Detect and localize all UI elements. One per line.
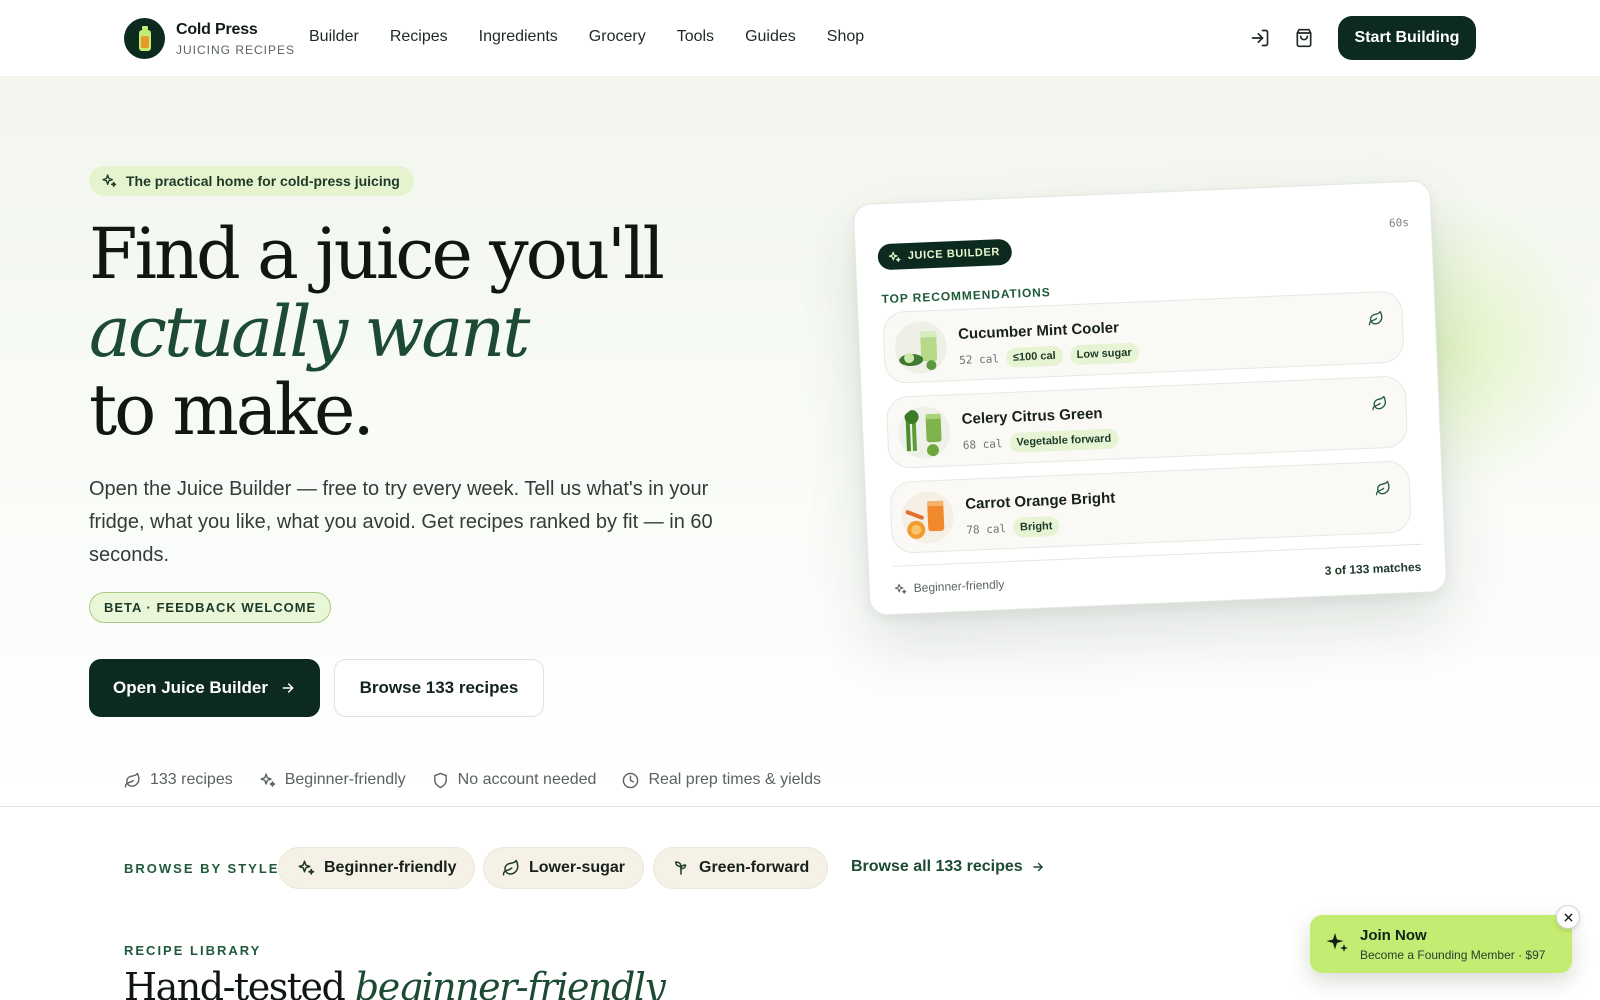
nav-ingredients[interactable]: Ingredients	[479, 28, 558, 46]
calorie-count: 78 cal	[966, 521, 1007, 537]
browse-recipes-button[interactable]: Browse 133 recipes	[334, 659, 544, 717]
hero-headline: Find a juice you'll actually want to mak…	[89, 213, 665, 451]
clock-icon	[623, 772, 639, 788]
style-chip-beginner-friendly[interactable]: Beginner-friendly	[278, 847, 476, 889]
headline-line-3: to make.	[89, 369, 375, 451]
top-recommendations-label: TOP RECOMMENDATIONS	[881, 285, 1051, 307]
trust-item: Beginner-friendly	[259, 771, 406, 789]
calorie-count: 68 cal	[962, 436, 1003, 452]
sparkle-icon	[894, 583, 907, 594]
close-icon	[1564, 913, 1572, 921]
shield-icon	[433, 772, 447, 788]
juice-builder-badge: JUICE BUILDER	[877, 238, 1013, 271]
recommendation-item[interactable]: Cucumber Mint Cooler 52 cal ≤100 cal Low…	[882, 290, 1405, 385]
sprout-icon	[675, 861, 687, 875]
juice-builder-preview-card[interactable]: JUICE BUILDER 60s TOP RECOMMENDATIONS Cu…	[852, 180, 1448, 616]
leaf-icon	[1375, 480, 1390, 496]
arrow-right-icon	[282, 683, 294, 693]
style-chip-green-forward[interactable]: Green-forward	[653, 847, 829, 889]
sparkle-icon	[102, 174, 117, 187]
start-building-button[interactable]: Start Building	[1338, 16, 1476, 60]
main-nav: Builder Recipes Ingredients Grocery Tool…	[309, 28, 895, 46]
chip-label: Beginner-friendly	[324, 859, 457, 876]
sparkle-icon	[260, 772, 276, 787]
library-title-plain: Hand-tested	[124, 965, 346, 1000]
trust-item: Real prep times & yields	[622, 771, 821, 789]
recommendation-meta: 78 cal Bright	[966, 515, 1060, 540]
trust-text: Real prep times & yields	[648, 771, 821, 788]
trust-item: 133 recipes	[124, 771, 233, 789]
chip-label: Lower-sugar	[529, 859, 626, 876]
nav-guides[interactable]: Guides	[745, 28, 796, 46]
trust-item: No account needed	[432, 771, 597, 789]
recommendation-tag: Vegetable forward	[1009, 428, 1119, 453]
juice-bottle-logo-icon[interactable]	[124, 18, 165, 59]
nav-builder[interactable]: Builder	[309, 28, 359, 46]
chip-label: Green-forward	[699, 859, 810, 876]
recommendation-name: Carrot Orange Bright	[964, 489, 1116, 513]
browse-all-recipes-link[interactable]: Browse all 133 recipes	[851, 858, 1045, 876]
recipe-library-title: Hand-tested beginner-friendly	[124, 965, 666, 1000]
shopping-bag-icon[interactable]	[1292, 26, 1316, 50]
sign-in-icon[interactable]	[1248, 26, 1272, 50]
recommendation-meta: 68 cal Vegetable forward	[962, 428, 1119, 454]
card-footer-tag: Beginner-friendly	[893, 577, 1005, 596]
cucumber-juice-image	[893, 320, 948, 375]
browse-all-label: Browse all 133 recipes	[851, 858, 1023, 875]
sparkle-icon	[1326, 933, 1348, 952]
join-now-subtitle: Become a Founding Member · $97	[1360, 948, 1546, 962]
recommendation-tag: ≤100 cal	[1005, 345, 1064, 368]
hero-description: Open the Juice Builder — free to try eve…	[89, 478, 713, 566]
trust-text: No account needed	[457, 771, 597, 788]
join-now-toast[interactable]: Join Now Become a Founding Member · $97	[1310, 915, 1572, 973]
headline-line-1: Find a juice you'll	[89, 213, 665, 295]
open-juice-builder-label: Open Juice Builder	[113, 678, 268, 697]
beta-badge: BETA · FEEDBACK WELCOME	[89, 592, 332, 623]
nav-grocery[interactable]: Grocery	[589, 28, 646, 46]
juice-builder-badge-text: JUICE BUILDER	[907, 246, 1001, 263]
recommendation-item[interactable]: Celery Citrus Green 68 cal Vegetable for…	[885, 375, 1409, 470]
sparkle-icon	[888, 251, 901, 262]
library-title-emphasis: beginner-friendly	[354, 965, 666, 1000]
nav-shop[interactable]: Shop	[827, 28, 864, 46]
join-now-title: Join Now	[1360, 927, 1427, 944]
leaf-icon	[1372, 395, 1387, 411]
nav-recipes[interactable]: Recipes	[390, 28, 448, 46]
recommendation-name: Cucumber Mint Cooler	[957, 319, 1120, 343]
match-count: 3 of 133 matches	[1324, 559, 1422, 578]
timer-label: 60s	[1388, 216, 1410, 230]
trust-text: 133 recipes	[150, 771, 233, 788]
recommendation-tag: Bright	[1012, 515, 1060, 538]
carrot-orange-juice-image	[900, 490, 955, 545]
close-toast-button[interactable]	[1556, 905, 1580, 929]
headline-emphasis: actually want	[89, 291, 530, 373]
site-header: Cold Press JUICING RECIPES Builder Recip…	[0, 0, 1600, 77]
browse-by-style-label: BROWSE BY STYLE	[124, 861, 280, 876]
recommendation-item[interactable]: Carrot Orange Bright 78 cal Bright	[889, 460, 1412, 554]
section-divider	[0, 806, 1600, 807]
recommendation-tag: Low sugar	[1069, 342, 1140, 366]
trust-text: Beginner-friendly	[284, 771, 406, 788]
recommendation-meta: 52 cal ≤100 cal Low sugar	[958, 342, 1140, 369]
sparkle-icon	[298, 860, 315, 875]
trust-signals: 133 recipes Beginner-friendly No account…	[124, 771, 821, 789]
leaf-icon	[1368, 310, 1383, 326]
eyebrow-badge: The practical home for cold-press juicin…	[89, 166, 414, 196]
calorie-count: 52 cal	[958, 351, 1000, 367]
leaf-icon	[502, 859, 519, 876]
brand-tagline: JUICING RECIPES	[176, 43, 296, 57]
recommendation-name: Celery Citrus Green	[961, 405, 1103, 428]
nav-tools[interactable]: Tools	[677, 28, 714, 46]
eyebrow-text: The practical home for cold-press juicin…	[126, 173, 400, 189]
celery-juice-image	[897, 405, 952, 460]
style-chip-lower-sugar[interactable]: Lower-sugar	[483, 847, 645, 889]
arrow-right-icon	[1032, 862, 1043, 872]
recipe-library-label: RECIPE LIBRARY	[124, 943, 262, 958]
leaf-icon	[124, 772, 140, 788]
hero-section: The practical home for cold-press juicin…	[0, 77, 1600, 806]
brand-name[interactable]: Cold Press	[176, 21, 258, 39]
open-juice-builder-button[interactable]: Open Juice Builder	[89, 659, 320, 717]
card-footer-text: Beginner-friendly	[913, 577, 1005, 596]
